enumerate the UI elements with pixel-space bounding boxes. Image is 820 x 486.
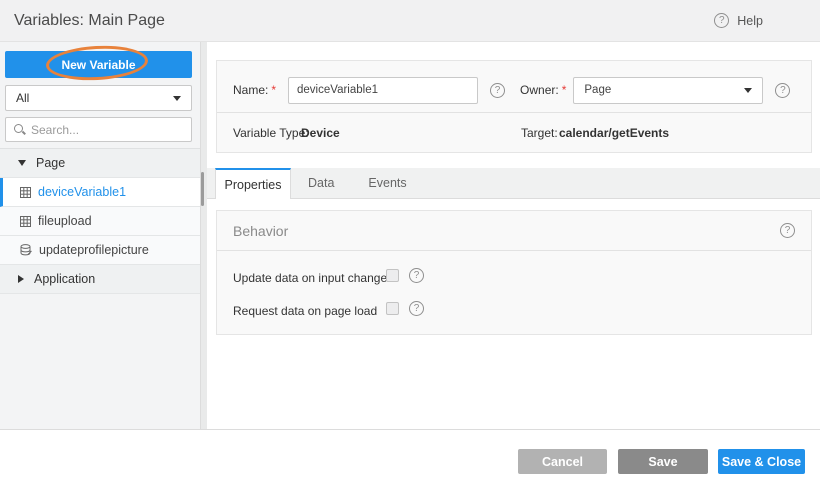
- live-variable-icon: [20, 244, 32, 256]
- device-variable-icon: [20, 187, 31, 198]
- chevron-down-icon: [173, 96, 181, 101]
- tree-group-label: Application: [34, 272, 95, 286]
- cancel-button[interactable]: Cancel: [518, 449, 607, 474]
- field-label: Update data on input change: [233, 271, 387, 285]
- variable-type-value: Device: [301, 126, 340, 140]
- behavior-header: Behavior: [217, 211, 811, 251]
- new-variable-button[interactable]: New Variable: [5, 51, 192, 78]
- help-link[interactable]: Help: [714, 13, 763, 28]
- behavior-help-icon[interactable]: [780, 223, 795, 238]
- tab-events[interactable]: Events: [351, 168, 423, 198]
- request-on-page-load-row: Request data on page load: [233, 302, 811, 317]
- tree-item-label: updateprofilepicture: [39, 243, 149, 257]
- save-button[interactable]: Save: [618, 449, 708, 474]
- dialog-header: Variables: Main Page Help: [0, 0, 820, 42]
- owner-help-icon[interactable]: [775, 83, 790, 98]
- required-asterisk: *: [271, 83, 276, 97]
- variables-sidebar: New Variable All Page deviceVariable1 fi…: [0, 42, 200, 429]
- sidebar-scrollbar-track: [200, 42, 207, 429]
- filter-selected-value: All: [16, 91, 173, 105]
- variable-search-box: [5, 117, 192, 142]
- tree-item-devicevariable1[interactable]: deviceVariable1: [0, 178, 200, 207]
- variable-tree: Page deviceVariable1 fileupload updatepr…: [0, 148, 200, 294]
- page-title: Variables: Main Page: [14, 12, 165, 30]
- chevron-down-icon: [744, 88, 752, 93]
- detail-tabbar: Properties Data Events: [207, 168, 820, 199]
- tab-properties[interactable]: Properties: [215, 168, 291, 199]
- target-label: Target:: [521, 126, 558, 140]
- name-owner-row: Name: * Owner: * Page: [217, 61, 811, 106]
- tree-item-label: fileupload: [38, 214, 92, 228]
- dialog-footer: Cancel Save Save & Close: [0, 429, 820, 486]
- tree-item-fileupload[interactable]: fileupload: [0, 207, 200, 236]
- device-variable-icon: [20, 216, 31, 227]
- search-input[interactable]: [31, 123, 183, 137]
- search-icon: [14, 124, 25, 135]
- update-on-input-change-row: Update data on input change: [233, 269, 811, 284]
- field-help-icon[interactable]: [409, 268, 424, 283]
- request-on-page-load-checkbox[interactable]: [386, 302, 399, 315]
- tree-group-label: Page: [36, 156, 65, 170]
- tab-data[interactable]: Data: [291, 168, 351, 198]
- name-input[interactable]: [288, 77, 478, 104]
- tree-group-application[interactable]: Application: [0, 265, 200, 294]
- variable-summary-panel: Name: * Owner: * Page Variable Type: Dev…: [216, 60, 812, 153]
- behavior-title: Behavior: [233, 223, 288, 239]
- triangle-collapsed-icon: [18, 275, 24, 283]
- target-value: calendar/getEvents: [559, 126, 669, 140]
- help-circle-icon: [714, 13, 729, 28]
- help-label: Help: [737, 14, 763, 28]
- required-asterisk: *: [562, 83, 567, 97]
- behavior-section: Behavior Update data on input change Req…: [216, 210, 812, 335]
- triangle-expanded-icon: [18, 160, 26, 166]
- variable-filter-select[interactable]: All: [5, 85, 192, 111]
- variable-detail-panel: Name: * Owner: * Page Variable Type: Dev…: [207, 42, 820, 429]
- variable-type-label: Variable Type:: [233, 126, 309, 140]
- owner-select[interactable]: Page: [573, 77, 763, 104]
- sidebar-scrollbar-thumb[interactable]: [201, 172, 204, 206]
- tree-group-page[interactable]: Page: [0, 149, 200, 178]
- name-label: Name:: [233, 83, 268, 97]
- name-help-icon[interactable]: [490, 83, 505, 98]
- tree-item-updateprofilepicture[interactable]: updateprofilepicture: [0, 236, 200, 265]
- update-on-input-change-checkbox[interactable]: [386, 269, 399, 282]
- field-help-icon[interactable]: [409, 301, 424, 316]
- owner-selected-value: Page: [584, 84, 744, 96]
- type-target-row: Variable Type: Device Target: calendar/g…: [217, 113, 811, 153]
- save-and-close-button[interactable]: Save & Close: [718, 449, 805, 474]
- tree-item-label: deviceVariable1: [38, 185, 126, 199]
- field-label: Request data on page load: [233, 304, 377, 318]
- owner-label: Owner:: [520, 83, 559, 97]
